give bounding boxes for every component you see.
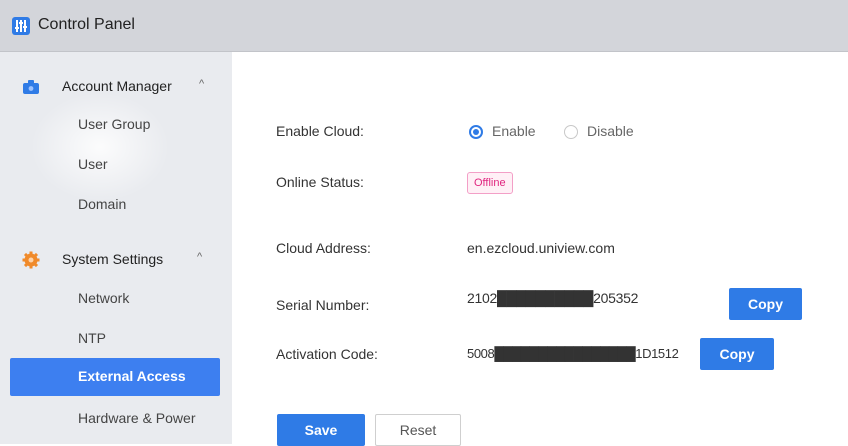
sidebar-item-hardware-power[interactable]: Hardware & Power <box>0 400 220 438</box>
activation-code-label: Activation Code: <box>276 346 378 362</box>
sidebar-item-user[interactable]: User <box>0 146 220 184</box>
sidebar-group-label: Account Manager <box>62 78 172 94</box>
status-badge: Offline <box>467 172 513 194</box>
sidebar-item-label: Domain <box>78 196 127 212</box>
sidebar-group-account-manager[interactable]: Account Manager ^ <box>0 67 232 107</box>
sidebar-item-label: External Access <box>78 368 186 384</box>
control-panel-icon <box>12 17 30 35</box>
chevron-up-icon[interactable]: ^ <box>199 78 204 90</box>
title-bar: Control Panel <box>0 0 848 52</box>
sidebar-item-ntp[interactable]: NTP <box>0 320 220 358</box>
disable-radio-label[interactable]: Disable <box>587 123 634 139</box>
copy-activation-button[interactable]: Copy <box>700 338 774 370</box>
sidebar-item-label: Hardware & Power <box>78 410 196 426</box>
sidebar-item-label: User <box>78 156 108 172</box>
enable-radio[interactable] <box>469 125 483 139</box>
chevron-up-icon[interactable]: ^ <box>197 251 202 263</box>
copy-serial-button[interactable]: Copy <box>729 288 802 320</box>
sidebar-item-label: Network <box>78 290 130 306</box>
sidebar-item-label: User Group <box>78 116 151 132</box>
disable-radio[interactable] <box>564 125 578 139</box>
sidebar-item-external-access[interactable]: External Access <box>10 358 220 396</box>
reset-button[interactable]: Reset <box>375 414 461 446</box>
save-button[interactable]: Save <box>277 414 365 446</box>
cloud-address-label: Cloud Address: <box>276 240 371 256</box>
sidebar-group-label: System Settings <box>62 251 164 267</box>
sidebar-item-user-group[interactable]: User Group <box>0 106 220 144</box>
cloud-address-value: en.ezcloud.uniview.com <box>467 240 615 256</box>
activation-code-value: 5008████████████████1D1512 <box>467 346 679 361</box>
sidebar: Account Manager ^ User Group User Domain… <box>0 52 232 444</box>
sidebar-group-system-settings[interactable]: System Settings ^ <box>0 240 232 280</box>
serial-number-value: 2102██████████205352 <box>467 290 639 306</box>
online-status-label: Online Status: <box>276 174 364 190</box>
system-settings-gear-icon <box>22 251 40 269</box>
sidebar-item-network[interactable]: Network <box>0 280 220 318</box>
sidebar-item-domain[interactable]: Domain <box>0 186 220 224</box>
window-title: Control Panel <box>38 16 135 33</box>
serial-number-label: Serial Number: <box>276 297 370 313</box>
enable-cloud-label: Enable Cloud: <box>276 123 364 139</box>
sidebar-item-label: NTP <box>78 330 106 346</box>
account-manager-icon <box>22 78 40 96</box>
enable-radio-label[interactable]: Enable <box>492 123 536 139</box>
